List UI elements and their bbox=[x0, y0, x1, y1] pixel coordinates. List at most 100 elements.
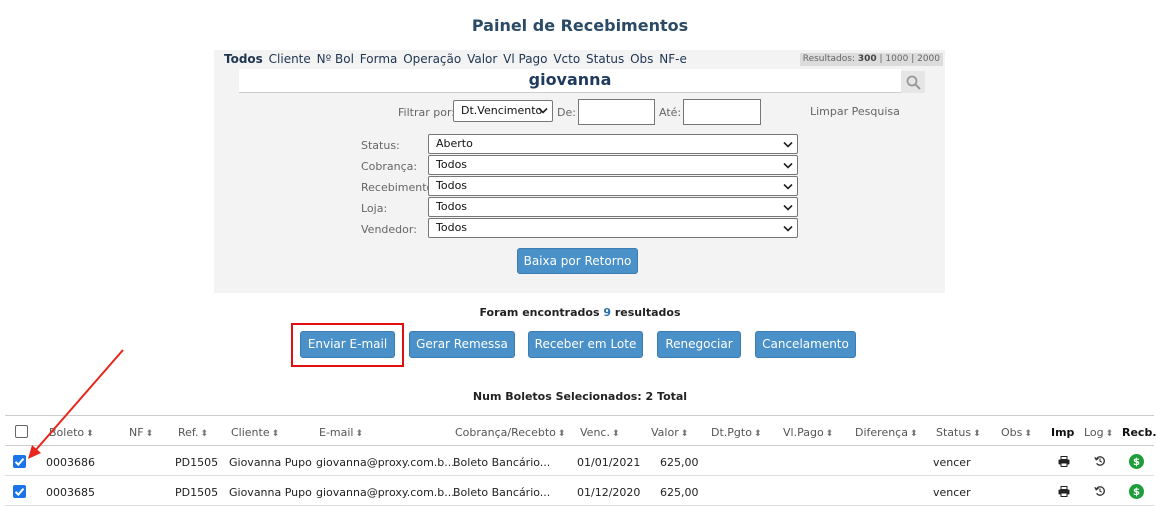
cell-valor: 625,00 bbox=[660, 456, 699, 469]
tab-vl-pago[interactable]: Vl Pago bbox=[503, 52, 547, 66]
col-boleto[interactable]: Boleto ⬍ bbox=[49, 426, 94, 439]
date-from-label: De: bbox=[557, 106, 576, 119]
col-dtpgto-label: Dt.Pgto bbox=[711, 426, 752, 439]
check-icon bbox=[14, 457, 25, 467]
col-nf[interactable]: NF ⬍ bbox=[129, 426, 153, 439]
printer-icon[interactable] bbox=[1058, 486, 1070, 497]
tab-nfe[interactable]: NF-e bbox=[659, 52, 687, 66]
baixa-retorno-button[interactable]: Baixa por Retorno bbox=[517, 248, 638, 274]
date-to-input[interactable] bbox=[683, 99, 761, 125]
cell-status: vencer bbox=[933, 486, 971, 499]
status-select[interactable]: Aberto bbox=[428, 134, 798, 154]
cell-cobranca: Boleto Bancário... bbox=[453, 486, 551, 499]
col-ref-label: Ref. bbox=[178, 426, 199, 439]
col-vlpago[interactable]: Vl.Pago ⬍ bbox=[783, 426, 833, 439]
col-vlpago-label: Vl.Pago bbox=[783, 426, 824, 439]
chevron-down-icon bbox=[783, 225, 793, 232]
search-input[interactable]: giovanna bbox=[239, 69, 901, 93]
filter-tabs: Todos Cliente Nº Bol Forma Operação Valo… bbox=[224, 52, 689, 66]
cell-status: vencer bbox=[933, 456, 971, 469]
chevron-down-icon bbox=[783, 162, 793, 169]
tab-status[interactable]: Status bbox=[586, 52, 624, 66]
cell-ref: PD1505 bbox=[175, 486, 219, 499]
sort-icon: ⬍ bbox=[825, 429, 834, 439]
loja-select[interactable]: Todos bbox=[428, 197, 798, 217]
clear-search-link[interactable]: Limpar Pesquisa bbox=[810, 105, 900, 118]
vendedor-select[interactable]: Todos bbox=[428, 218, 798, 238]
sort-icon: ⬍ bbox=[200, 429, 209, 439]
row-checkbox[interactable] bbox=[13, 455, 26, 468]
col-venc[interactable]: Venc. ⬍ bbox=[580, 426, 620, 439]
sort-icon: ⬍ bbox=[611, 429, 620, 439]
tab-cliente[interactable]: Cliente bbox=[269, 52, 311, 66]
results-count: Foram encontrados 9 resultados bbox=[0, 306, 1156, 319]
tab-todos[interactable]: Todos bbox=[224, 52, 263, 66]
col-cliente[interactable]: Cliente ⬍ bbox=[231, 426, 279, 439]
vendedor-label: Vendedor: bbox=[361, 223, 417, 236]
tab-valor[interactable]: Valor bbox=[467, 52, 497, 66]
cell-email: giovanna@proxy.com.b... bbox=[316, 456, 455, 469]
date-to-label: Até: bbox=[659, 106, 682, 119]
search-button[interactable] bbox=[901, 71, 925, 93]
tab-obs[interactable]: Obs bbox=[630, 52, 653, 66]
cobranca-label: Cobrança: bbox=[361, 160, 418, 173]
highlight-box bbox=[291, 323, 404, 367]
tab-operacao[interactable]: Operação bbox=[403, 52, 461, 66]
money-icon[interactable]: $ bbox=[1129, 484, 1144, 499]
chevron-down-icon bbox=[783, 183, 793, 190]
sort-icon: ⬍ bbox=[680, 429, 689, 439]
receber-lote-button[interactable]: Receber em Lote bbox=[528, 331, 643, 358]
col-ref[interactable]: Ref. ⬍ bbox=[178, 426, 208, 439]
vendedor-value: Todos bbox=[436, 221, 468, 234]
cell-cobranca: Boleto Bancário... bbox=[453, 456, 551, 469]
tab-num-bol[interactable]: Nº Bol bbox=[317, 52, 354, 66]
col-venc-label: Venc. bbox=[580, 426, 610, 439]
col-obs[interactable]: Obs ⬍ bbox=[1001, 426, 1032, 439]
col-status-label: Status bbox=[936, 426, 972, 439]
history-icon[interactable] bbox=[1094, 455, 1106, 467]
status-value: Aberto bbox=[436, 137, 473, 150]
col-dtpgto[interactable]: Dt.Pgto ⬍ bbox=[711, 426, 762, 439]
sort-icon: ⬍ bbox=[271, 429, 280, 439]
printer-icon[interactable] bbox=[1058, 456, 1070, 467]
svg-text:$: $ bbox=[1133, 487, 1140, 498]
search-icon bbox=[906, 75, 921, 90]
col-status[interactable]: Status ⬍ bbox=[936, 426, 981, 439]
date-from-input[interactable] bbox=[578, 99, 655, 125]
history-icon[interactable] bbox=[1094, 485, 1106, 497]
select-all-checkbox[interactable] bbox=[15, 425, 28, 438]
tab-vcto[interactable]: Vcto bbox=[553, 52, 580, 66]
col-valor[interactable]: Valor ⬍ bbox=[651, 426, 688, 439]
loja-label: Loja: bbox=[361, 202, 388, 215]
cell-valor: 625,00 bbox=[660, 486, 699, 499]
svg-text:$: $ bbox=[1133, 457, 1140, 468]
col-diferenca[interactable]: Diferença ⬍ bbox=[855, 426, 918, 439]
cancelamento-button[interactable]: Cancelamento bbox=[755, 331, 856, 358]
results-option-2000[interactable]: 2000 bbox=[917, 54, 940, 64]
sort-icon: ⬍ bbox=[86, 429, 94, 439]
money-icon[interactable]: $ bbox=[1129, 454, 1144, 469]
recebimento-select[interactable]: Todos bbox=[428, 176, 798, 196]
col-nf-label: NF bbox=[129, 426, 144, 439]
col-log-label: Log bbox=[1084, 426, 1104, 439]
col-log[interactable]: Log ⬍ bbox=[1084, 426, 1113, 439]
date-filter-select[interactable]: Dt.Vencimento bbox=[453, 100, 553, 122]
col-cobranca[interactable]: Cobrança/Recebto ⬍ bbox=[455, 426, 565, 439]
recebimento-value: Todos bbox=[436, 179, 468, 192]
tab-forma[interactable]: Forma bbox=[360, 52, 398, 66]
col-boleto-label: Boleto bbox=[49, 426, 85, 439]
cobranca-value: Todos bbox=[436, 158, 468, 171]
col-email[interactable]: E-mail ⬍ bbox=[319, 426, 363, 439]
sort-icon: ⬍ bbox=[355, 429, 364, 439]
renegociar-button[interactable]: Renegociar bbox=[657, 331, 741, 358]
row-checkbox[interactable] bbox=[13, 485, 26, 498]
cobranca-select[interactable]: Todos bbox=[428, 155, 798, 175]
col-obs-label: Obs bbox=[1001, 426, 1023, 439]
chevron-down-icon bbox=[783, 204, 793, 211]
table-header: Boleto ⬍ NF ⬍ Ref. ⬍ Cliente ⬍ E-mail ⬍ Cobra… bbox=[5, 415, 1156, 446]
results-option-300[interactable]: 300 bbox=[858, 54, 877, 64]
col-recb: Recb. bbox=[1122, 426, 1156, 439]
gerar-remessa-button[interactable]: Gerar Remessa bbox=[409, 331, 515, 358]
recebimento-label: Recebimento: bbox=[361, 181, 437, 194]
results-option-1000[interactable]: 1000 bbox=[885, 54, 908, 64]
